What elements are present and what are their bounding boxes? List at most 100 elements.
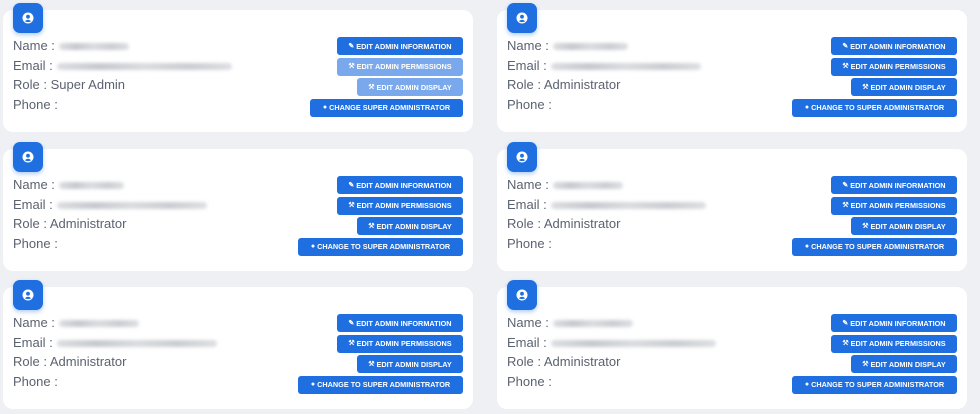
role-value: Administrator	[49, 216, 127, 232]
name-value-redacted	[58, 320, 139, 328]
edit-admin-display-button[interactable]: ⚒ EDIT ADMIN DISPLAY	[851, 78, 957, 96]
name-label: Name :	[13, 315, 55, 330]
phone-row: Phone :	[13, 234, 207, 254]
role-value: Administrator	[49, 354, 127, 370]
admin-card: Name : Email : Role : Administrator Phone…	[497, 280, 967, 409]
name-label: Name :	[13, 38, 55, 53]
button-label: EDIT ADMIN INFORMATION	[356, 318, 452, 328]
user-avatar-icon	[507, 3, 537, 33]
edit-admin-display-button[interactable]: ⚒ EDIT ADMIN DISPLAY	[851, 355, 957, 373]
email-value-redacted	[56, 339, 217, 347]
change-to-super-administrator-button[interactable]: ● CHANGE TO SUPER ADMINISTRATOR	[792, 375, 957, 394]
wrench-icon: ⚒	[842, 202, 849, 209]
name-label: Name :	[507, 177, 549, 192]
user-avatar-icon	[13, 280, 43, 310]
pencil-icon: ✎	[842, 181, 849, 189]
edit-admin-permissions-button[interactable]: ⚒ EDIT ADMIN PERMISSIONS	[337, 334, 463, 353]
user-icon: ●	[310, 381, 316, 388]
edit-admin-information-button[interactable]: ✎ EDIT ADMIN INFORMATION	[337, 176, 463, 194]
phone-label: Phone :	[507, 235, 552, 251]
button-label: EDIT ADMIN PERMISSIONS	[850, 62, 946, 71]
wrench-icon: ⚒	[348, 63, 355, 70]
edit-admin-information-button[interactable]: ✎ EDIT ADMIN INFORMATION	[831, 314, 957, 332]
admin-info: Name : Email : Role : Administrator Phone…	[507, 36, 701, 114]
email-label: Email :	[13, 57, 53, 73]
role-label: Role :	[13, 77, 51, 93]
edit-admin-permissions-button[interactable]: ⚒ EDIT ADMIN PERMISSIONS	[337, 57, 463, 76]
edit-admin-display-button[interactable]: ⚒ EDIT ADMIN DISPLAY	[357, 217, 463, 235]
change-to-super-administrator-button[interactable]: ● CHANGE TO SUPER ADMINISTRATOR	[792, 98, 957, 117]
wrench-icon: ⚒	[368, 83, 375, 91]
user-avatar-icon	[13, 142, 43, 172]
button-label: CHANGE TO SUPER ADMINISTRATOR	[811, 380, 945, 389]
email-label: Email :	[13, 334, 53, 350]
wrench-icon: ⚒	[368, 222, 375, 230]
name-value-redacted	[552, 182, 623, 190]
email-value-redacted	[56, 62, 232, 70]
change-to-super-administrator-button[interactable]: ● CHANGE TO SUPER ADMINISTRATOR	[298, 237, 463, 256]
phone-row: Phone :	[507, 234, 706, 254]
wrench-icon: ⚒	[842, 63, 849, 70]
admin-card: Name : Email : Role : Administrator Phone…	[3, 142, 473, 271]
button-label: EDIT ADMIN INFORMATION	[850, 318, 946, 328]
pencil-icon: ✎	[348, 181, 355, 189]
user-avatar-icon	[507, 280, 537, 310]
pencil-icon: ✎	[348, 319, 355, 327]
edit-admin-permissions-button[interactable]: ⚒ EDIT ADMIN PERMISSIONS	[831, 196, 957, 215]
wrench-icon: ⚒	[862, 222, 869, 230]
button-label: EDIT ADMIN DISPLAY	[376, 82, 452, 92]
edit-admin-permissions-button[interactable]: ⚒ EDIT ADMIN PERMISSIONS	[831, 57, 957, 76]
button-label: EDIT ADMIN PERMISSIONS	[356, 339, 452, 348]
phone-label: Phone :	[13, 235, 58, 251]
admin-card: Name : Email : Role : Administrator Phone…	[3, 280, 473, 409]
user-icon: ●	[804, 243, 810, 250]
edit-admin-display-button[interactable]: ⚒ EDIT ADMIN DISPLAY	[851, 217, 957, 235]
edit-admin-display-button[interactable]: ⚒ EDIT ADMIN DISPLAY	[357, 355, 463, 373]
user-avatar-icon	[507, 142, 537, 172]
role-row: Role : Administrator	[13, 214, 207, 234]
wrench-icon: ⚒	[862, 83, 869, 91]
edit-admin-information-button[interactable]: ✎ EDIT ADMIN INFORMATION	[831, 176, 957, 194]
button-label: CHANGE TO SUPER ADMINISTRATOR	[811, 242, 945, 251]
email-value-redacted	[550, 339, 716, 347]
edit-admin-permissions-button[interactable]: ⚒ EDIT ADMIN PERMISSIONS	[831, 334, 957, 353]
edit-admin-display-button[interactable]: ⚒ EDIT ADMIN DISPLAY	[357, 78, 463, 96]
button-label: EDIT ADMIN DISPLAY	[870, 82, 946, 92]
button-label: EDIT ADMIN DISPLAY	[376, 359, 452, 369]
phone-row: Phone :	[507, 372, 716, 392]
name-value-redacted	[552, 43, 628, 51]
wrench-icon: ⚒	[348, 340, 355, 347]
name-row: Name :	[507, 36, 701, 56]
wrench-icon: ⚒	[842, 340, 849, 347]
change-to-super-administrator-button[interactable]: ● CHANGE TO SUPER ADMINISTRATOR	[298, 375, 463, 394]
role-label: Role :	[13, 354, 50, 370]
admin-info: Name : Email : Role : Administrator Phone…	[507, 313, 716, 391]
email-label: Email :	[507, 196, 547, 212]
email-row: Email :	[507, 333, 716, 353]
email-label: Email :	[507, 57, 547, 73]
name-value-redacted	[58, 43, 129, 51]
user-avatar-icon	[13, 3, 43, 33]
role-value: Administrator	[543, 216, 621, 232]
email-row: Email :	[13, 195, 207, 215]
change-to-super-administrator-button[interactable]: ● CHANGE TO SUPER ADMINISTRATOR	[792, 237, 957, 256]
phone-row: Phone :	[507, 95, 701, 115]
role-value: Administrator	[543, 77, 621, 93]
edit-admin-permissions-button[interactable]: ⚒ EDIT ADMIN PERMISSIONS	[337, 196, 463, 215]
pencil-icon: ✎	[842, 319, 849, 327]
role-label: Role :	[507, 77, 544, 93]
button-label: EDIT ADMIN INFORMATION	[356, 41, 452, 51]
role-row: Role : Administrator	[507, 214, 706, 234]
edit-admin-information-button[interactable]: ✎ EDIT ADMIN INFORMATION	[337, 314, 463, 332]
edit-admin-information-button[interactable]: ✎ EDIT ADMIN INFORMATION	[831, 37, 957, 55]
email-value-redacted	[56, 201, 207, 209]
phone-label: Phone :	[507, 96, 552, 112]
button-label: EDIT ADMIN PERMISSIONS	[850, 201, 946, 210]
edit-admin-information-button[interactable]: ✎ EDIT ADMIN INFORMATION	[337, 37, 463, 55]
name-label: Name :	[13, 177, 55, 192]
admin-info: Name : Email : Role : Administrator Phone…	[507, 175, 706, 253]
wrench-icon: ⚒	[348, 202, 355, 209]
name-value-redacted	[58, 182, 124, 190]
change-super-administrator-button[interactable]: ● CHANGE SUPER ADMINISTRATOR	[310, 98, 463, 117]
user-icon: ●	[804, 381, 810, 388]
